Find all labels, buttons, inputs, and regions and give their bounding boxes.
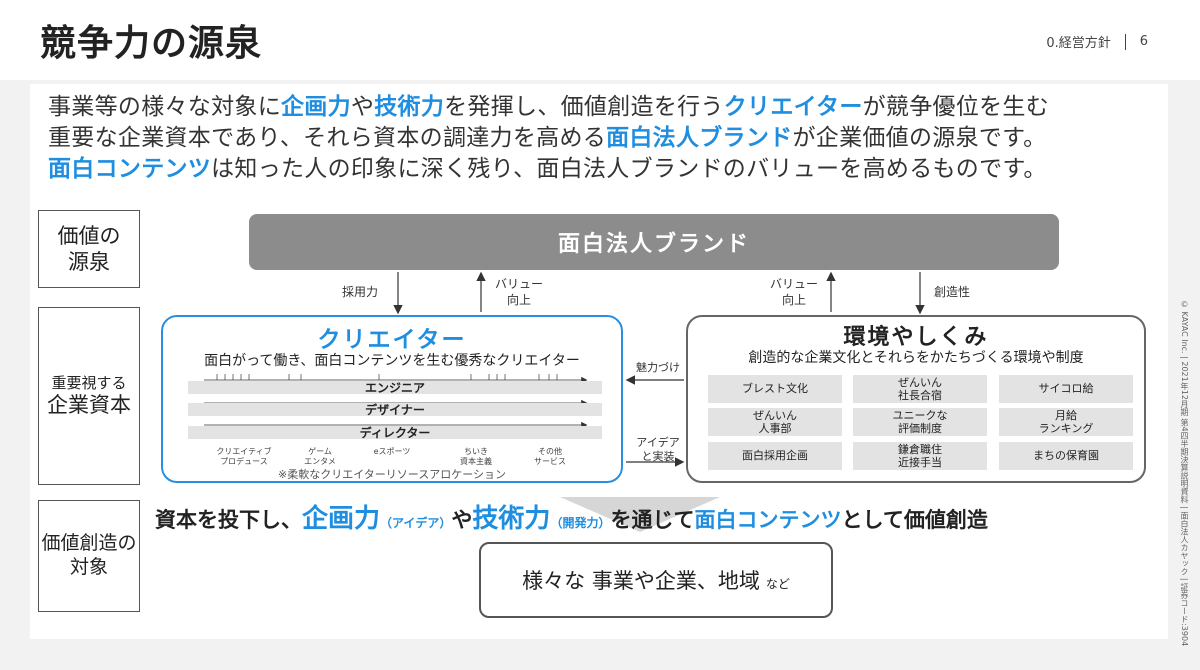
env-cell: ぜんいん 社長合宿 [853, 375, 987, 403]
env-cell: 月給 ランキング [999, 408, 1133, 436]
target-main: 様々な 事業や企業、地域 [522, 569, 760, 593]
label-value-up-left: バリュー 向上 [494, 277, 543, 307]
label-creativity: 創造性 [933, 285, 970, 299]
env-cell: サイコロ給 [999, 375, 1133, 403]
creator-note: ※柔軟なクリエイターリソースアロケーション [277, 468, 506, 481]
category-local-capitalism: ちいき 資本主義 [460, 447, 492, 466]
role-director: ディレクター [188, 426, 602, 440]
label-attraction: 魅力づけ [636, 361, 680, 374]
label-hiring: 採用力 [341, 285, 378, 299]
creator-title: クリエイター [317, 327, 467, 353]
env-cell: ぜんいん 人事部 [708, 408, 842, 436]
environment-subtitle: 創造的な企業文化とそれらをかたちづくる環境や制度 [748, 350, 1084, 366]
role-engineer: エンジニア [188, 381, 602, 395]
target-box: 様々な 事業や企業、地域 など [479, 542, 833, 618]
target-suffix: など [765, 576, 790, 591]
env-cell: ユニークな 評価制度 [853, 408, 987, 436]
label-ideas: アイデア と実装 [636, 436, 680, 464]
env-cell: 鎌倉職住 近接手当 [853, 442, 987, 470]
value-creation-statement: 資本を投下し、企画力（アイデア）や技術力（開発力）を通じて面白コンテンツとして価… [155, 504, 988, 534]
category-other: その他 サービス [534, 447, 566, 466]
category-game: ゲーム エンタメ [304, 447, 336, 466]
env-cell: ブレスト文化 [708, 375, 842, 403]
category-creative-produce: クリエイティブ プロデュース [216, 447, 272, 466]
role-designer: デザイナー [188, 403, 602, 417]
vertical-copyright: © KAYAC Inc. | 2021年12月期 第4四半期決算説明資料 | 面… [1180, 300, 1189, 647]
label-value-up-right: バリュー 向上 [769, 277, 818, 307]
category-esports: eスポーツ [373, 447, 411, 456]
creator-subtitle: 面白がって働き、面白コンテンツを生む優秀なクリエイター [204, 353, 580, 369]
env-cell: まちの保育園 [999, 442, 1133, 470]
env-cell: 面白採用企画 [708, 442, 842, 470]
